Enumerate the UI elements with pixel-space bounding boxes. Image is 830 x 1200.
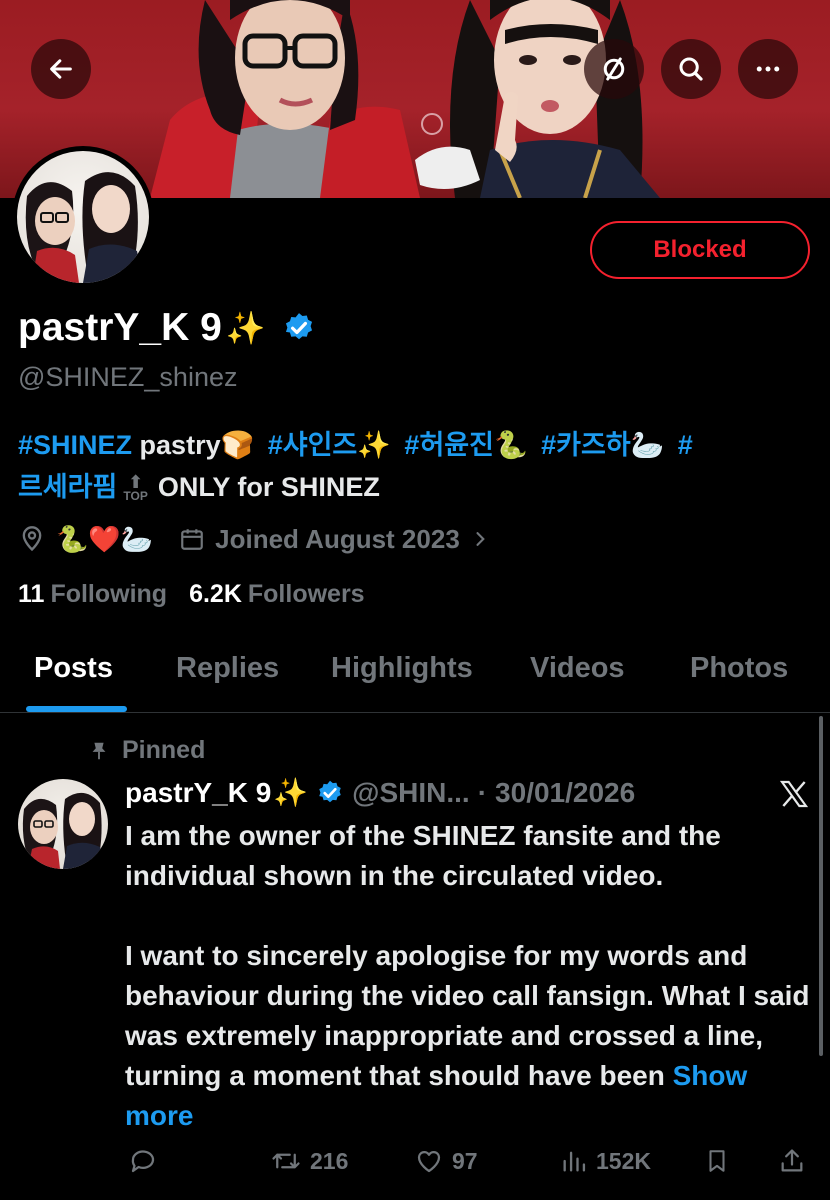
display-name-text: pastrY_K 9 — [18, 306, 222, 349]
pin-icon — [92, 742, 106, 759]
active-tab-indicator — [26, 706, 127, 712]
bookmark-button[interactable] — [704, 1146, 730, 1176]
chevron-right-icon[interactable] — [470, 529, 490, 549]
post-paragraph-2: I want to sincerely apologise for my wor… — [125, 936, 815, 1136]
search-button[interactable] — [661, 39, 721, 99]
reply-button[interactable] — [128, 1146, 158, 1176]
location-icon — [22, 526, 42, 552]
more-icon — [756, 66, 780, 72]
bio-emoji-swan: 🦢 — [630, 430, 665, 460]
hashtag-lesserafim[interactable]: 르세라핌 — [18, 472, 117, 502]
like-button[interactable]: 97 — [414, 1146, 478, 1176]
views-count: 152K — [596, 1147, 651, 1174]
like-icon — [417, 1150, 441, 1173]
post-date[interactable]: 30/01/2026 — [495, 777, 635, 809]
bio-word: pastry — [139, 430, 221, 460]
tab-photos[interactable]: Photos — [690, 652, 788, 685]
calendar-icon — [181, 529, 203, 550]
like-count: 97 — [452, 1147, 478, 1174]
following-label: Following — [50, 580, 168, 608]
bio-tail: ONLY for SHINEZ — [157, 472, 380, 502]
blocked-button[interactable]: Blocked — [590, 221, 810, 279]
post-paragraph-1: I am the owner of the SHINEZ fansite and… — [125, 820, 721, 891]
followers-count: 6.2K — [189, 580, 242, 608]
followers-link[interactable]: 6.2K Followers — [189, 580, 365, 609]
profile-tabs: Posts Replies Highlights Videos Photos — [0, 640, 830, 713]
bio-emoji-snake: 🐍 — [493, 430, 528, 460]
retweet-icon — [272, 1153, 300, 1169]
pinned-label: Pinned — [122, 736, 206, 764]
profile-avatar[interactable] — [12, 146, 154, 288]
tab-videos[interactable]: Videos — [530, 652, 625, 685]
post-header: pastrY_K 9 ✨ @SHIN... · 30/01/2026 — [125, 776, 635, 809]
views-icon — [563, 1151, 586, 1172]
hashtag-kazuha[interactable]: #카즈하 — [541, 430, 631, 460]
following-count: 11 — [18, 580, 45, 608]
views-button[interactable]: 152K — [560, 1146, 651, 1176]
post-author-avatar[interactable] — [18, 779, 108, 869]
avatar-photo — [25, 172, 143, 283]
x-logo-icon[interactable] — [778, 778, 810, 810]
post-author-emoji: ✨ — [273, 777, 309, 808]
post-body: I am the owner of the SHINEZ fansite and… — [125, 816, 815, 1136]
top-label: TOP — [123, 488, 148, 503]
tab-replies[interactable]: Replies — [176, 652, 279, 685]
hashtag-shainz[interactable]: #샤인즈 — [268, 430, 358, 460]
hashtag-yunjin[interactable]: #허윤진 — [404, 430, 494, 460]
verified-badge-icon[interactable] — [282, 311, 316, 345]
following-link[interactable]: 11 Following — [18, 580, 167, 609]
tab-highlights[interactable]: Highlights — [331, 652, 473, 685]
hashtag-shinez[interactable]: #SHINEZ — [18, 430, 132, 460]
bio-emoji-sparkles: ✨ — [357, 430, 391, 460]
retweet-count: 216 — [310, 1147, 349, 1174]
back-arrow-icon — [50, 59, 72, 79]
retweet-button[interactable]: 216 — [270, 1146, 348, 1176]
bio-emoji-bread: 🍞 — [220, 430, 255, 460]
verified-badge-icon[interactable] — [316, 779, 344, 807]
bookmark-icon — [709, 1150, 725, 1172]
scrollbar[interactable] — [819, 716, 823, 1056]
hashtag-lesserafim-hash[interactable]: # — [678, 430, 693, 460]
post-avatar-photo — [22, 792, 104, 869]
repost-toggle-button[interactable] — [584, 39, 644, 99]
share-button[interactable] — [778, 1146, 806, 1176]
top-arrow-emoji: ⬆ TOP — [123, 471, 148, 503]
more-button[interactable] — [738, 39, 798, 99]
reply-icon — [131, 1150, 155, 1173]
post-author-name[interactable]: pastrY_K 9 — [125, 777, 271, 809]
profile-handle: @SHINEZ_shinez — [18, 362, 238, 392]
display-name-emoji: ✨ — [225, 310, 266, 346]
share-icon — [781, 1149, 803, 1172]
post-actions: 216 97 152K — [0, 1146, 830, 1186]
tab-posts[interactable]: Posts — [34, 652, 113, 685]
post-author-handle[interactable]: @SHIN... — [352, 777, 470, 809]
back-button[interactable] — [31, 39, 91, 99]
search-icon — [679, 57, 703, 81]
followers-label: Followers — [247, 580, 365, 608]
post-separator: · — [477, 776, 488, 808]
profile-display-name: pastrY_K 9 ✨ — [18, 306, 316, 350]
profile-meta: 🐍❤️🦢 Joined August 2023 — [18, 521, 490, 557]
follow-counts: 11 Following 6.2K Followers — [18, 580, 365, 609]
profile-bio: #SHINEZ pastry🍞 #샤인즈✨ #허윤진🐍 #카즈하🦢 # 르세라핌… — [18, 424, 808, 508]
pinned-indicator: Pinned — [88, 736, 205, 765]
joined-date[interactable]: Joined August 2023 — [215, 524, 460, 555]
location-text: 🐍❤️🦢 — [56, 523, 154, 554]
repost-off-icon — [603, 57, 625, 81]
